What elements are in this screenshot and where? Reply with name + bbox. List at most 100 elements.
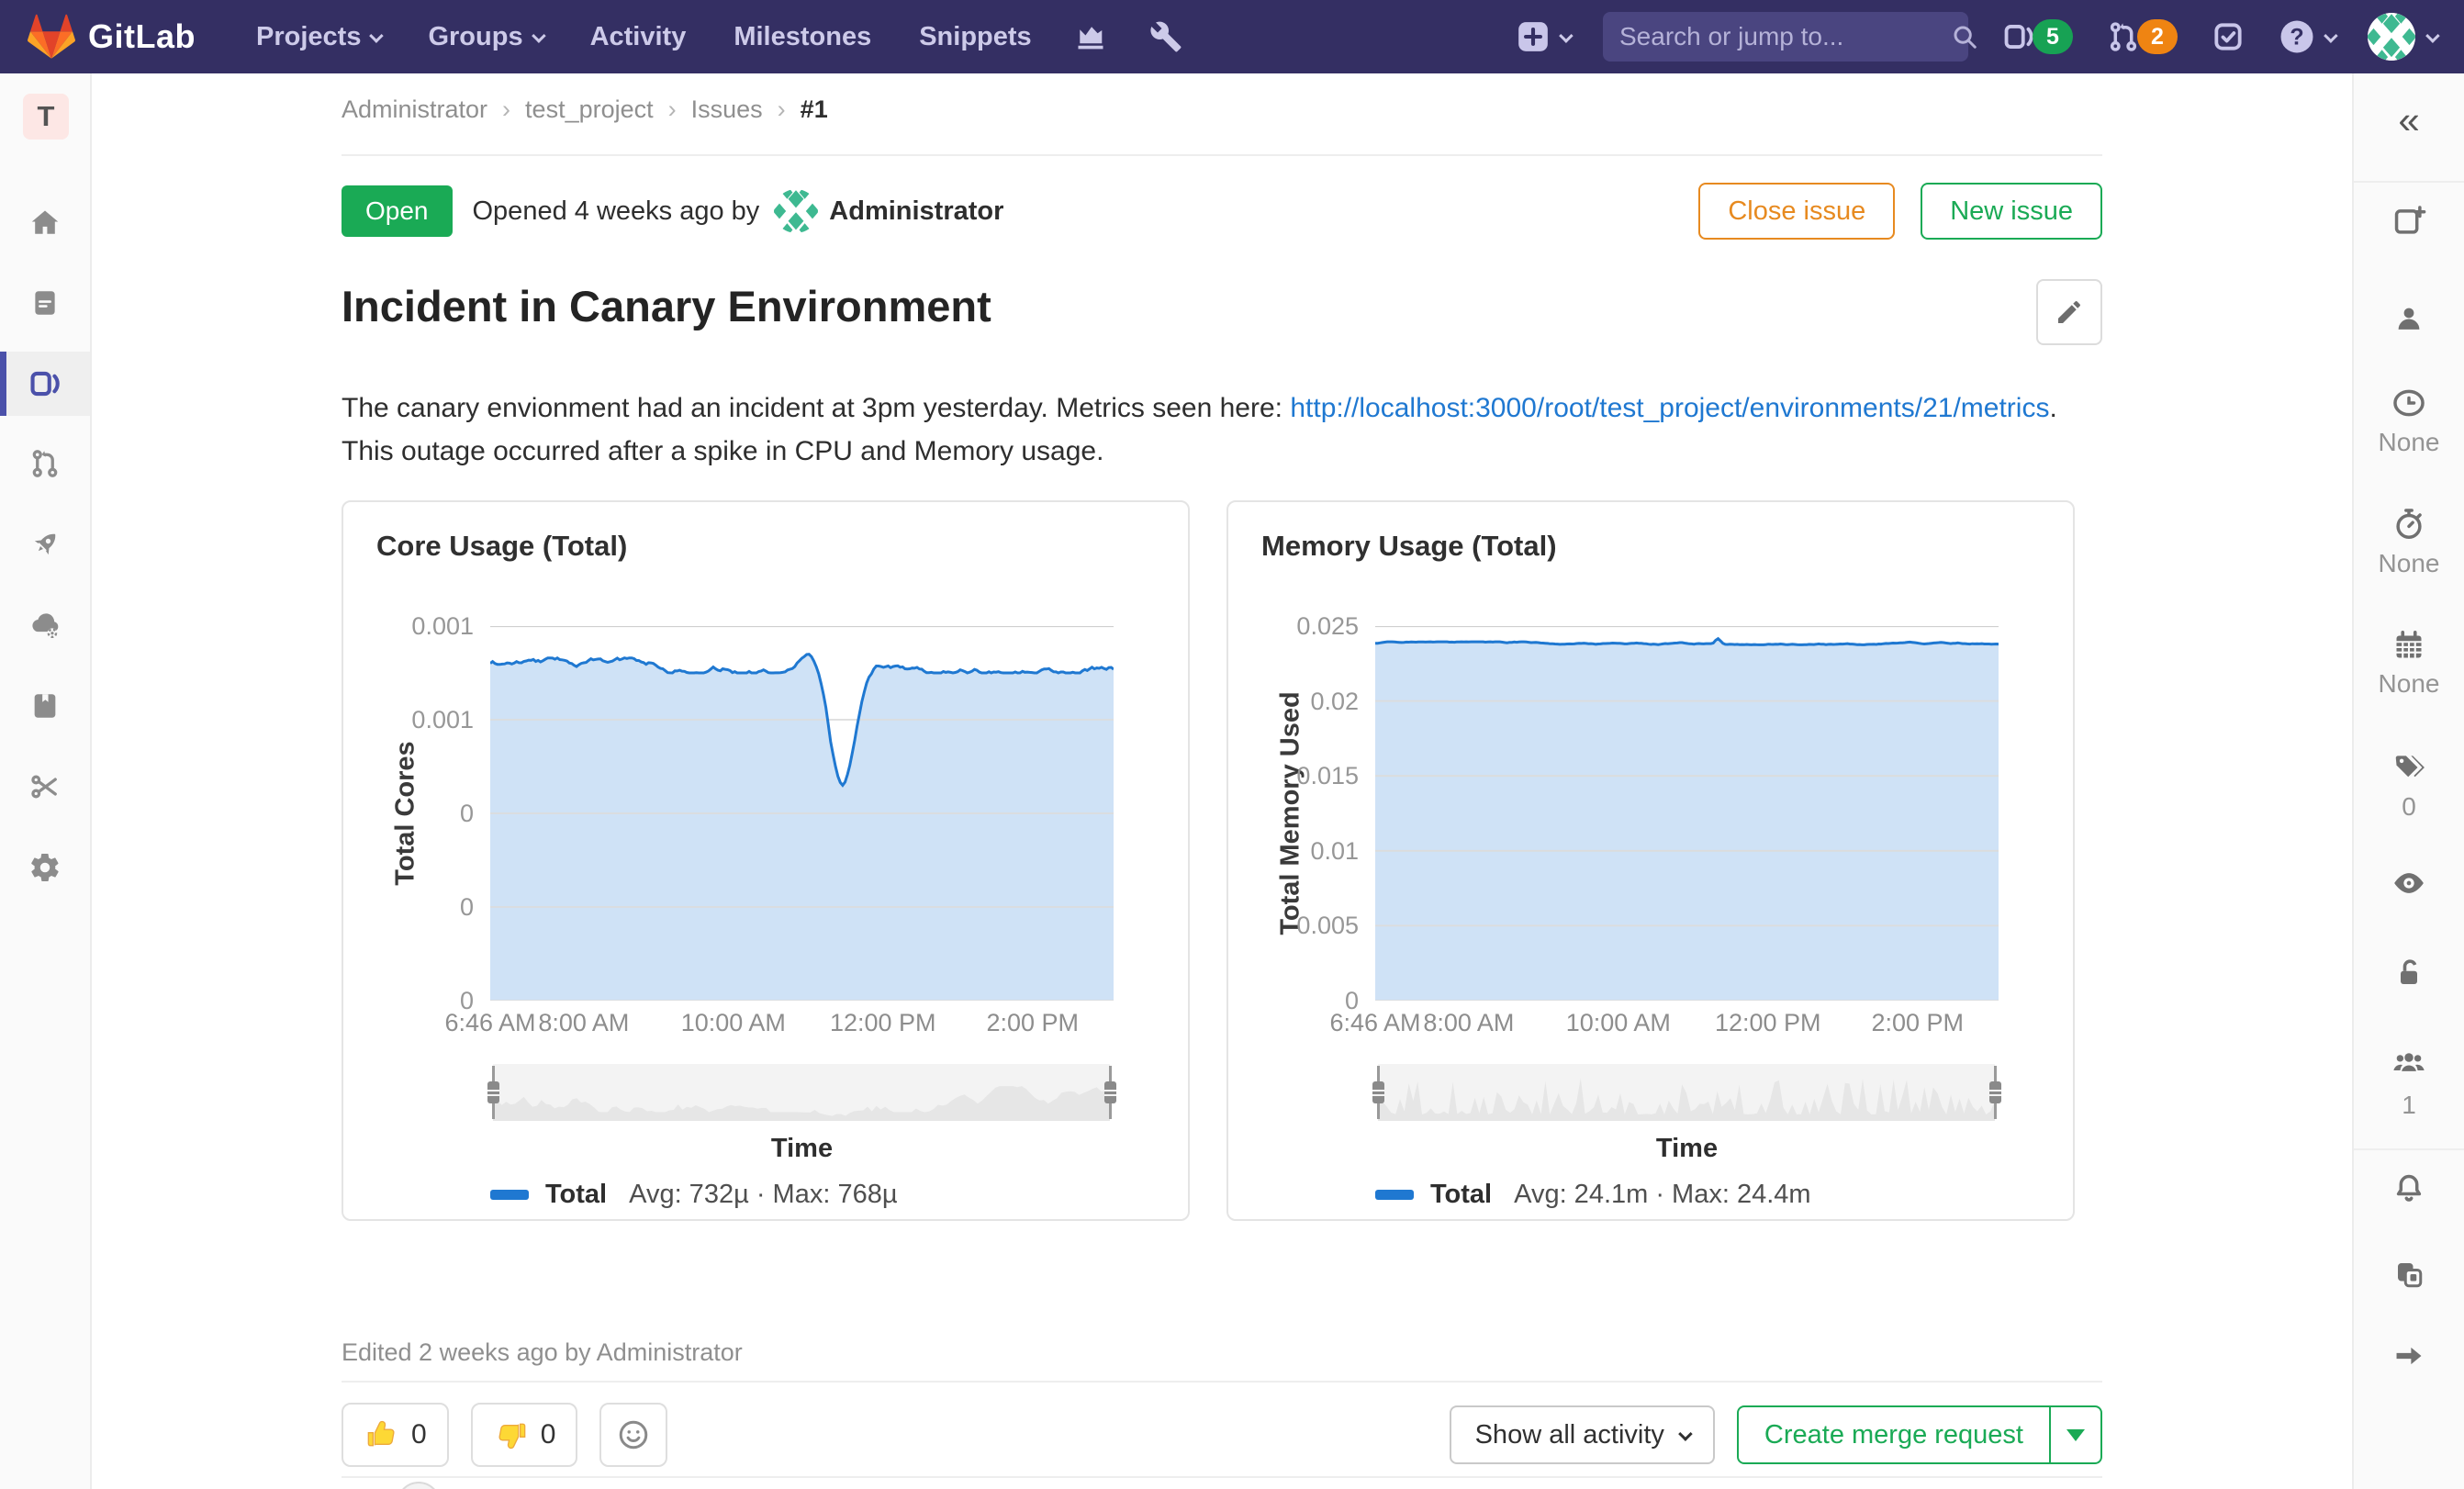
arrow-right-icon xyxy=(2391,1338,2426,1373)
breadcrumb-administrator[interactable]: Administrator xyxy=(342,95,487,124)
x-axis-ticks: 6:46 AM 8:00 AM 10:00 AM 12:00 PM 2:00 PM xyxy=(444,1009,1114,1040)
opened-text: Opened 4 weeks ago by xyxy=(472,196,760,226)
issue-title: Incident in Canary Environment xyxy=(342,282,991,330)
sidebar-item-settings[interactable] xyxy=(0,835,90,900)
y-tick-label: 0.001 xyxy=(411,612,474,640)
due-date-section[interactable]: None xyxy=(2354,629,2464,699)
thumbs-up-count: 0 xyxy=(411,1419,427,1450)
collapse-sidebar-button[interactable]: « xyxy=(2354,101,2464,140)
metrics-link[interactable]: http://localhost:3000/root/test_project/… xyxy=(1290,393,2049,423)
thumbs-down-icon xyxy=(493,1416,530,1453)
rocket-icon xyxy=(28,528,62,561)
top-navbar: GitLab Projects Groups Activity Mileston… xyxy=(0,0,2464,73)
nav-item-groups[interactable]: Groups xyxy=(428,22,546,52)
gitlab-logo[interactable]: GitLab xyxy=(28,13,196,61)
new-issue-button[interactable]: New issue xyxy=(1921,183,2102,240)
notifications-button[interactable] xyxy=(2354,1171,2464,1206)
create-merge-request-button[interactable]: Create merge request xyxy=(1736,1405,2102,1464)
breadcrumb-project[interactable]: test_project xyxy=(525,95,654,124)
thumbs-up-button[interactable]: 0 xyxy=(342,1403,449,1467)
author-avatar[interactable] xyxy=(774,189,819,233)
chart-brush[interactable] xyxy=(487,1064,1116,1121)
svg-text:?: ? xyxy=(2290,24,2303,50)
create-mr-dropdown-toggle[interactable] xyxy=(2049,1407,2100,1462)
y-tick-label: 0.025 xyxy=(1296,612,1359,640)
edited-note: Edited 2 weeks ago by Administrator xyxy=(342,1338,743,1366)
status-badge: Open xyxy=(342,185,453,237)
sidebar-item-merge-requests[interactable] xyxy=(0,431,90,496)
sidebar-divider xyxy=(2354,181,2464,183)
labels-section[interactable]: 0 xyxy=(2354,750,2464,822)
close-issue-button[interactable]: Close issue xyxy=(1698,183,1896,240)
file-icon xyxy=(29,287,61,319)
lock-section[interactable] xyxy=(2354,957,2464,990)
gear-icon xyxy=(28,851,62,884)
project-avatar[interactable]: T xyxy=(23,94,69,140)
book-icon xyxy=(29,690,61,722)
todos-icon[interactable] xyxy=(2211,19,2246,54)
brush-handle-right[interactable] xyxy=(1988,1066,2001,1119)
search-input[interactable] xyxy=(1619,22,1951,51)
author-name[interactable]: Administrator xyxy=(829,196,1003,227)
chevron-down-icon xyxy=(531,28,546,43)
confidentiality-section[interactable] xyxy=(2354,865,2464,901)
sidebar-item-repository[interactable] xyxy=(0,271,90,335)
new-menu-button[interactable] xyxy=(1516,19,1574,54)
x-tick-label: 10:00 AM xyxy=(1565,1009,1671,1036)
chart-plot-area[interactable] xyxy=(1375,626,1999,1001)
add-reaction-button[interactable] xyxy=(599,1403,668,1467)
nav-item-activity[interactable]: Activity xyxy=(590,22,687,52)
milestone-section[interactable]: None xyxy=(2354,386,2464,457)
charts-icon[interactable] xyxy=(1074,20,1107,53)
chart-title: Memory Usage (Total) xyxy=(1261,530,1557,562)
nav-item-milestones[interactable]: Milestones xyxy=(734,22,871,52)
caret-down-icon xyxy=(2066,1428,2085,1441)
sidebar-item-wiki[interactable] xyxy=(0,674,90,738)
chart-brush[interactable] xyxy=(1372,1064,2001,1121)
move-issue-button[interactable] xyxy=(2354,1338,2464,1373)
nav-item-snippets[interactable]: Snippets xyxy=(919,22,1031,52)
nav-item-projects[interactable]: Projects xyxy=(256,22,385,52)
user-menu[interactable] xyxy=(2368,13,2440,61)
participants-section[interactable]: 1 xyxy=(2354,1045,2464,1120)
x-axis-title: Time xyxy=(1655,1134,1719,1163)
legend-swatch xyxy=(490,1190,529,1200)
search-box[interactable] xyxy=(1603,12,1977,62)
pencil-icon xyxy=(2055,297,2084,327)
wrench-icon[interactable] xyxy=(1149,20,1182,53)
sidebar-item-operations[interactable] xyxy=(0,593,90,657)
y-tick-label: 0 xyxy=(459,800,474,827)
assignee-section[interactable] xyxy=(2354,301,2464,336)
chart-plot-area[interactable] xyxy=(490,626,1114,1001)
brush-handle-left[interactable] xyxy=(1372,1066,1384,1119)
x-axis-title: Time xyxy=(770,1134,834,1163)
y-tick-label: 0.015 xyxy=(1296,762,1359,790)
y-tick-label: 0.001 xyxy=(411,706,474,733)
x-tick-label: 6:46 AM xyxy=(1329,1009,1421,1036)
chart-title: Core Usage (Total) xyxy=(376,530,628,562)
add-todo-button[interactable] xyxy=(2354,204,2464,239)
sidebar-item-cicd[interactable] xyxy=(0,512,90,577)
thumbs-down-button[interactable]: 0 xyxy=(470,1403,578,1467)
x-axis-ticks: 6:46 AM 8:00 AM 10:00 AM 12:00 PM 2:00 PM xyxy=(1329,1009,1999,1040)
chart-legend[interactable]: Total Avg: 732µ · Max: 768µ xyxy=(490,1180,898,1210)
thumbs-down-count: 0 xyxy=(540,1419,556,1450)
breadcrumb-issues[interactable]: Issues xyxy=(691,95,763,124)
merge-requests-counter[interactable]: 2 xyxy=(2106,19,2178,54)
issues-counter[interactable]: 5 xyxy=(2001,19,2073,54)
sidebar-item-snippets[interactable] xyxy=(0,755,90,819)
issues-icon xyxy=(2001,19,2036,54)
brush-handle-left[interactable] xyxy=(487,1066,499,1119)
chart-legend[interactable]: Total Avg: 24.1m · Max: 24.4m xyxy=(1375,1180,1811,1210)
brush-handle-right[interactable] xyxy=(1103,1066,1116,1119)
edit-title-button[interactable] xyxy=(2036,279,2102,345)
sidebar-item-issues[interactable] xyxy=(0,352,90,416)
sidebar-item-project-overview[interactable] xyxy=(0,191,90,255)
clock-icon xyxy=(2391,386,2426,420)
eye-icon xyxy=(2391,865,2427,901)
copy-reference-button[interactable] xyxy=(2354,1258,2464,1291)
time-tracking-section[interactable]: None xyxy=(2354,507,2464,578)
help-menu[interactable]: ? xyxy=(2279,18,2338,55)
activity-filter-dropdown[interactable]: Show all activity xyxy=(1449,1405,1715,1464)
y-tick-label: 0.02 xyxy=(1310,687,1359,715)
